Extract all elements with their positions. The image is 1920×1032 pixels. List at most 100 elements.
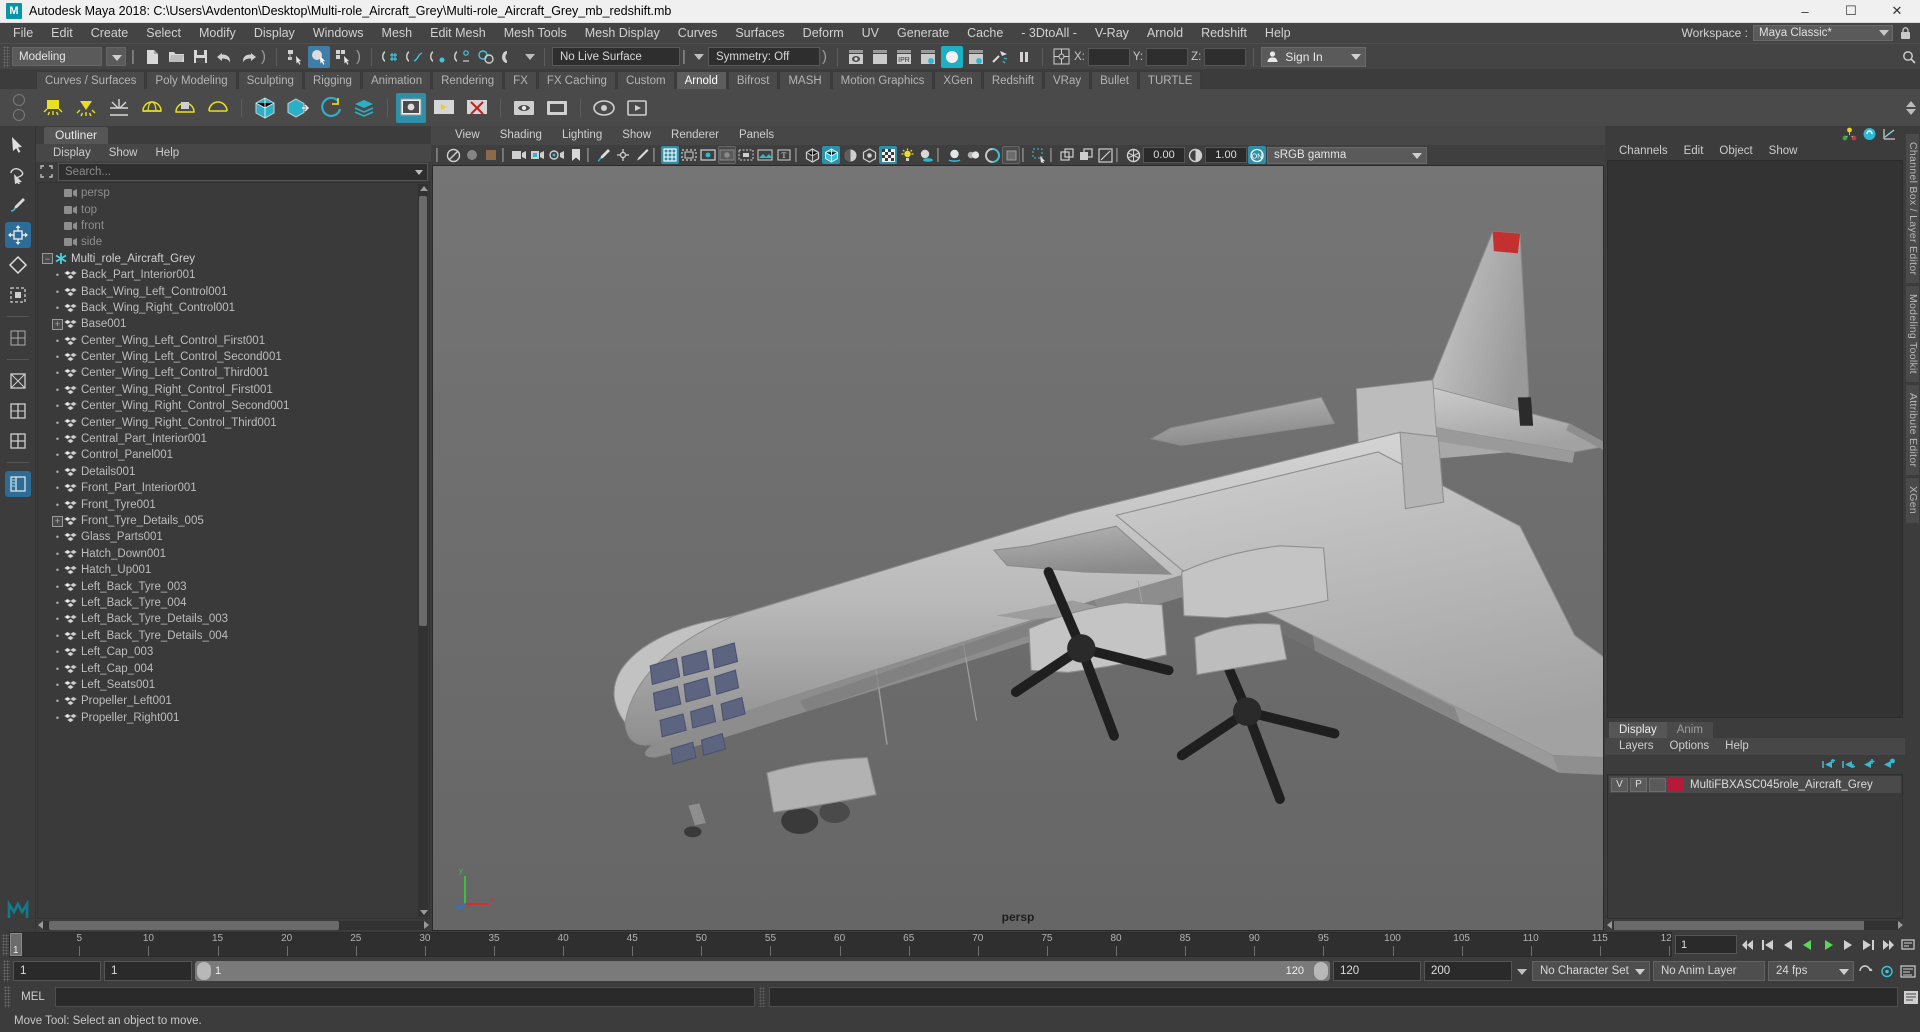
chevron-down-icon[interactable] — [1515, 962, 1529, 981]
grid-icon[interactable] — [661, 146, 679, 164]
rotate-tool[interactable] — [5, 252, 31, 278]
outliner-item[interactable]: top — [38, 201, 429, 217]
animation-end-time-field[interactable]: 200 — [1424, 961, 1512, 981]
save-scene-icon[interactable] — [189, 46, 211, 68]
textured-icon[interactable] — [879, 146, 897, 164]
arnold-directional-light-icon[interactable] — [104, 93, 134, 123]
hypershade-icon[interactable] — [941, 45, 963, 68]
gamma-icon[interactable] — [1186, 146, 1204, 164]
layer-menu-help[interactable]: Help — [1717, 738, 1757, 755]
menu-curves[interactable]: Curves — [669, 23, 727, 43]
menu-set-arrow[interactable] — [106, 47, 126, 66]
arnold-render-view-icon[interactable] — [396, 92, 426, 123]
isolate-select-icon[interactable] — [1030, 146, 1048, 164]
arnold-point-light-icon[interactable] — [71, 93, 101, 123]
command-language-label[interactable]: MEL — [15, 991, 51, 1003]
ipr-render-icon[interactable]: IPR — [893, 46, 915, 68]
outliner-item[interactable]: + Front_Tyre_Details_005 — [38, 513, 429, 529]
lasso-tool[interactable] — [5, 162, 31, 188]
arnold-license-icon[interactable] — [542, 93, 572, 123]
preferences-icon[interactable] — [1899, 962, 1917, 980]
xray-joints-icon[interactable] — [614, 146, 632, 164]
fps-dropdown[interactable]: 24 fps — [1768, 961, 1854, 981]
edge-tab-xgen[interactable]: XGen — [1906, 478, 1919, 523]
animation-preferences-gear-icon[interactable] — [1878, 962, 1896, 980]
outliner-item[interactable]: + Base001 — [38, 316, 429, 332]
menu-arnold[interactable]: Arnold — [1138, 23, 1192, 43]
outliner-item[interactable]: • Back_Part_Interior001 — [38, 267, 429, 283]
tab-outliner[interactable]: Outliner — [44, 127, 109, 144]
edge-tab-channel-box-layer-editor[interactable]: Channel Box / Layer Editor — [1906, 134, 1919, 284]
scale-tool[interactable] — [5, 282, 31, 308]
multisample-aa-icon[interactable] — [983, 146, 1001, 164]
arnold-mesh-light-icon[interactable] — [170, 93, 200, 123]
shade-wireframe-icon[interactable] — [841, 146, 859, 164]
menu-mesh-display[interactable]: Mesh Display — [576, 23, 669, 43]
render-current-frame-icon[interactable] — [845, 46, 867, 68]
attribute-editor-toggle-icon[interactable] — [1862, 127, 1877, 141]
outliner-item[interactable]: • Front_Tyre001 — [38, 496, 429, 512]
grid-toggle-camera-icon[interactable] — [548, 146, 566, 164]
go-to-start-icon[interactable] — [1739, 936, 1757, 954]
scroll-right-icon[interactable] — [1898, 921, 1903, 929]
viewport-menu-panels[interactable]: Panels — [729, 126, 784, 145]
outliner-item[interactable]: • Center_Wing_Left_Control_First001 — [38, 333, 429, 349]
gate-mask-icon[interactable] — [718, 146, 736, 164]
menu-cache[interactable]: Cache — [958, 23, 1012, 43]
arnold-standin-icon[interactable] — [250, 93, 280, 123]
shelf-tab-custom[interactable]: Custom — [616, 71, 675, 89]
minimize-button[interactable]: – — [1782, 0, 1828, 23]
range-start-handle[interactable] — [197, 962, 211, 980]
shadows-icon[interactable] — [917, 146, 935, 164]
shelf-tab-menu-icon[interactable] — [13, 94, 25, 106]
menu-file[interactable]: File — [4, 23, 42, 43]
auto-key-icon[interactable] — [1857, 962, 1875, 980]
select-hierarchy-icon[interactable] — [284, 46, 306, 68]
channel-box-content[interactable] — [1607, 160, 1903, 718]
color-space-dropdown[interactable]: sRGB gamma — [1267, 146, 1427, 164]
character-set-dropdown[interactable]: No Character Set — [1532, 961, 1650, 981]
move-layer-down-icon[interactable] — [1841, 758, 1855, 771]
exposure-reset-icon[interactable] — [1096, 146, 1114, 164]
filter-brackets-icon[interactable] — [39, 164, 55, 180]
range-end-handle[interactable] — [1314, 962, 1328, 980]
outliner-menu-display[interactable]: Display — [44, 144, 100, 162]
step-forward-key-icon[interactable] — [1859, 936, 1877, 954]
toggle-editors-icon[interactable] — [1050, 46, 1072, 68]
shelf-tab-rigging[interactable]: Rigging — [303, 71, 361, 89]
time-slider-grip[interactable] — [2, 933, 9, 956]
outliner-item[interactable]: • Left_Back_Tyre_004 — [38, 595, 429, 611]
move-tool[interactable] — [4, 222, 31, 248]
outliner-item[interactable]: • Left_Cap_004 — [38, 660, 429, 676]
outliner-menu-show[interactable]: Show — [100, 144, 147, 162]
shelf-tab-fx-caching[interactable]: FX Caching — [537, 71, 616, 89]
shelf-tab-xgen[interactable]: XGen — [934, 71, 982, 89]
text-overlay-icon[interactable]: T — [775, 146, 793, 164]
graph-editor-toggle-icon[interactable] — [1882, 127, 1897, 141]
scroll-up-icon[interactable] — [420, 186, 428, 191]
outliner-horizontal-scrollbar[interactable] — [36, 919, 431, 931]
viewport-menu-show[interactable]: Show — [612, 126, 661, 145]
use-all-lights-icon[interactable] — [898, 146, 916, 164]
snap-to-curve-icon[interactable] — [403, 46, 425, 68]
snap-to-point-icon[interactable] — [427, 46, 449, 68]
outliner-item[interactable]: • Central_Part_Interior001 — [38, 431, 429, 447]
animation-preferences-icon[interactable] — [1899, 936, 1917, 954]
outliner-item[interactable]: • Center_Wing_Right_Control_Third001 — [38, 414, 429, 430]
snap-to-view-plane-icon[interactable] — [475, 46, 497, 68]
menu-deform[interactable]: Deform — [794, 23, 853, 43]
menu-create[interactable]: Create — [82, 23, 138, 43]
outliner-item[interactable]: • Center_Wing_Left_Control_Third001 — [38, 365, 429, 381]
command-line-grip[interactable] — [4, 986, 11, 1008]
motion-blur-icon[interactable] — [964, 146, 982, 164]
menu-redshift[interactable]: Redshift — [1192, 23, 1256, 43]
layer-playback-toggle[interactable]: P — [1630, 777, 1647, 792]
time-slider[interactable]: 1 5 10 15 20 25 30 35 40 45 50 55 60 65 70 75 80 85 90 95 1… — [9, 932, 1672, 957]
render-view-icon[interactable] — [965, 46, 987, 68]
layer-menu-layers[interactable]: Layers — [1611, 738, 1662, 755]
menu-select[interactable]: Select — [137, 23, 190, 43]
3d-viewport[interactable]: x y z persp — [432, 165, 1604, 931]
playback-start-time-field[interactable]: 1 — [104, 961, 192, 981]
lock-icon[interactable] — [1898, 25, 1912, 41]
arnold-export-standin-icon[interactable] — [283, 93, 313, 123]
